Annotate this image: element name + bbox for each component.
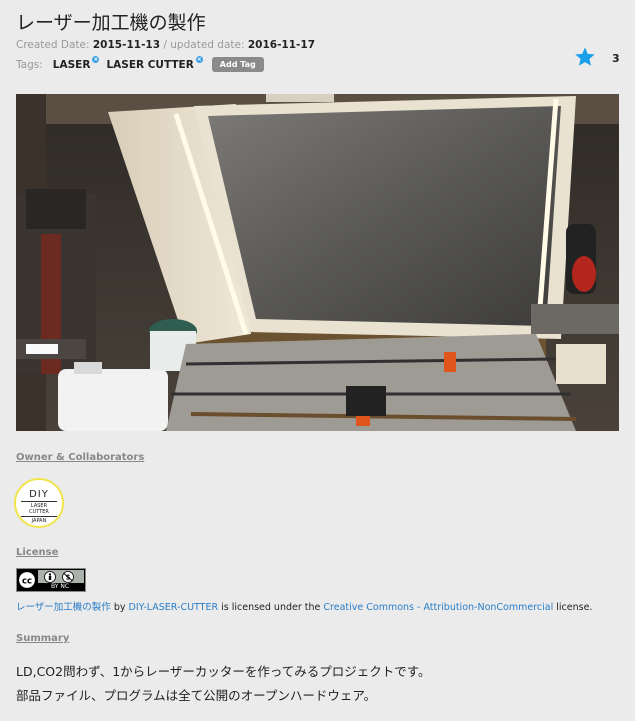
svg-text:cc: cc [22,577,32,587]
star-icon[interactable] [574,46,596,68]
project-link[interactable]: レーザー加工機の製作 [16,602,111,613]
license-text: レーザー加工機の製作 by DIY-LASER-CUTTER is licens… [16,599,592,613]
tag-laser-cutter[interactable]: LASER CUTTER × [106,55,203,71]
summary-line: 部品ファイル、プログラムは全て公開のオープンハードウェア。 [16,688,377,703]
summary-section-heading[interactable]: Summary [16,633,69,644]
license-licensed: is licensed under the [221,602,321,613]
date-separator: / [163,39,167,51]
updated-label: updated date: [170,39,245,51]
owner-avatar[interactable]: DIY LASER CUTTER JAPAN [14,478,64,528]
summary-line: LD,CO2問わず、1からレーザーカッターを作ってみるプロジェクトです。 [16,664,431,679]
created-label: Created Date: [16,39,90,51]
license-end: license. [556,602,593,613]
tag-laser[interactable]: LASER × [53,55,100,71]
license-link[interactable]: Creative Commons - Attribution-NonCommer… [323,602,553,613]
cc-license-badge[interactable]: cc $ BY NC [16,568,86,592]
updated-date: 2016-11-17 [247,39,316,51]
tags-label: Tags: [16,58,43,71]
remove-tag-icon[interactable]: × [92,55,100,63]
avatar-line1: DIY [29,489,49,500]
license-by: by [113,602,126,613]
dates-line: Created Date: 2015-11-13 / updated date:… [16,39,315,51]
avatar-line2: LASER CUTTER [21,501,57,517]
star-count: 3 [612,52,620,65]
remove-tag-icon[interactable]: × [195,55,203,63]
tags-row: Tags: LASER × LASER CUTTER × Add Tag [16,55,264,72]
author-link[interactable]: DIY-LASER-CUTTER [129,602,219,613]
license-section-heading[interactable]: License [16,547,58,558]
cc-badge-text: BY NC [51,583,70,590]
avatar-line3: JAPAN [31,518,47,524]
project-photo [16,94,619,431]
tag-label[interactable]: LASER [53,59,91,71]
add-tag-button[interactable]: Add Tag [211,57,264,72]
created-date: 2015-11-13 [92,39,161,51]
owner-section-heading[interactable]: Owner & Collaborators [16,452,144,463]
page-title: レーザー加工機の製作 [16,12,206,34]
summary-text: LD,CO2問わず、1からレーザーカッターを作ってみるプロジェクトです。 部品フ… [16,660,431,708]
tag-label[interactable]: LASER CUTTER [106,59,193,71]
